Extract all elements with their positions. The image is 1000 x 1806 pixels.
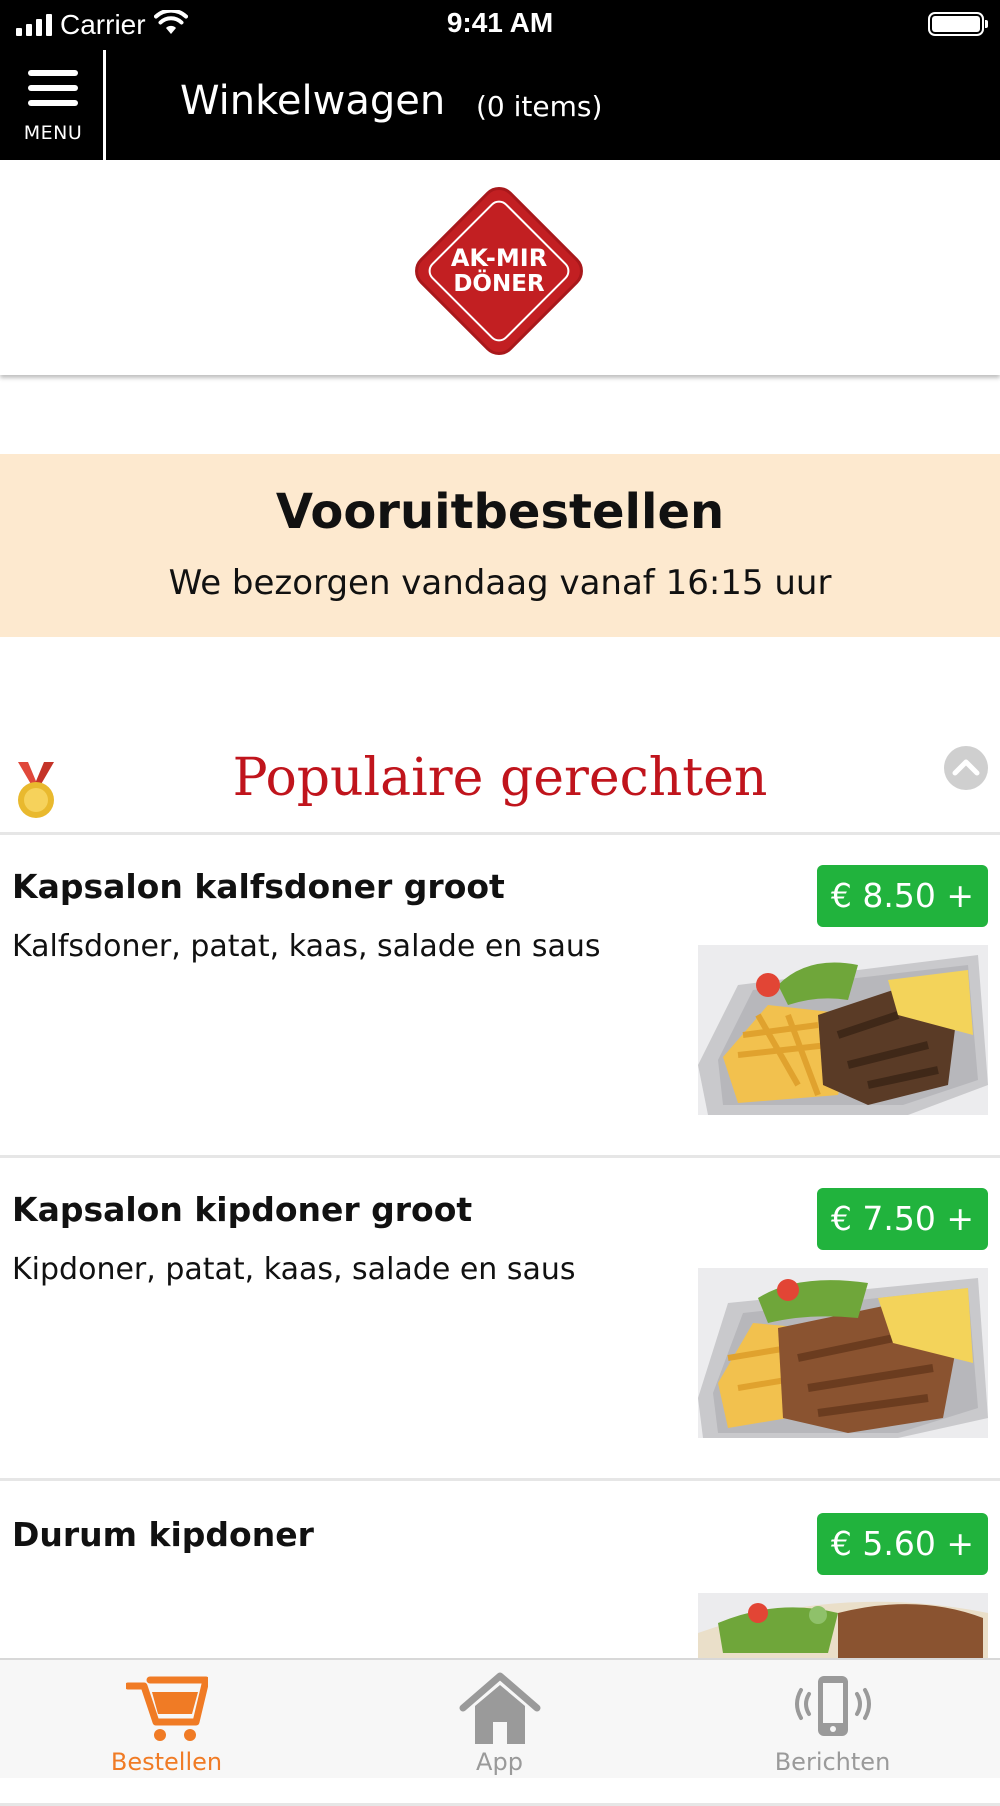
collapse-chevron-icon[interactable] [944,746,988,790]
tab-label: Bestellen [110,1748,223,1776]
preorder-banner: Vooruitbestellen We bezorgen vandaag van… [0,454,1000,637]
tab-berichten[interactable]: Berichten [666,1660,999,1780]
banner-title: Vooruitbestellen [275,484,725,540]
restaurant-logo: AK-MIR DÖNER [398,170,600,372]
price-add-button[interactable]: € 8.50 + [816,865,988,927]
battery-icon [928,12,988,36]
app-header: MENU Winkelwagen (0 items) [0,50,1000,160]
tab-label: App [476,1748,523,1776]
item-name: Kapsalon kipdoner groot [12,1190,473,1229]
tab-label: Berichten [774,1748,891,1776]
status-bar: Carrier 9:41 AM [0,0,1000,50]
section-title: Populaire gerechten [232,748,768,808]
price-add-button[interactable]: € 7.50 + [816,1188,988,1250]
tab-bestellen[interactable]: Bestellen [0,1660,333,1780]
logo-line2: DÖNER [453,269,545,297]
popular-section-header[interactable]: Populaire gerechten [0,740,1000,835]
cart-title[interactable]: Winkelwagen [180,78,445,124]
menu-button[interactable]: MENU [0,50,106,160]
tab-app[interactable]: App [333,1660,666,1780]
status-time: 9:41 AM [446,7,554,38]
cart-item-count[interactable]: (0 items) [476,90,602,123]
menu-item[interactable]: Kapsalon kalfsdoner groot Kalfsdoner, pa… [0,835,1000,1158]
cart-icon [126,1672,208,1744]
phone-vibrate-icon [792,1672,874,1744]
item-description: Kipdoner, patat, kaas, salade en saus [12,1252,576,1287]
menu-label: MENU [23,122,83,144]
tab-bar: Bestellen App Berichten [0,1658,1000,1778]
item-photo [698,945,988,1115]
item-name: Durum kipdoner [12,1515,314,1554]
logo-band: AK-MIR DÖNER [0,160,1000,375]
home-icon [459,1672,541,1744]
logo-line1: AK-MIR [451,244,547,272]
item-description: Kalfsdoner, patat, kaas, salade en saus [12,929,601,964]
menu-item[interactable]: Kapsalon kipdoner groot Kipdoner, patat,… [0,1158,1000,1481]
price-add-button[interactable]: € 5.60 + [816,1513,988,1575]
banner-subtitle: We bezorgen vandaag vanaf 16:15 uur [168,563,832,603]
hamburger-icon [28,70,78,115]
item-photo [698,1268,988,1438]
item-name: Kapsalon kalfsdoner groot [12,867,505,906]
